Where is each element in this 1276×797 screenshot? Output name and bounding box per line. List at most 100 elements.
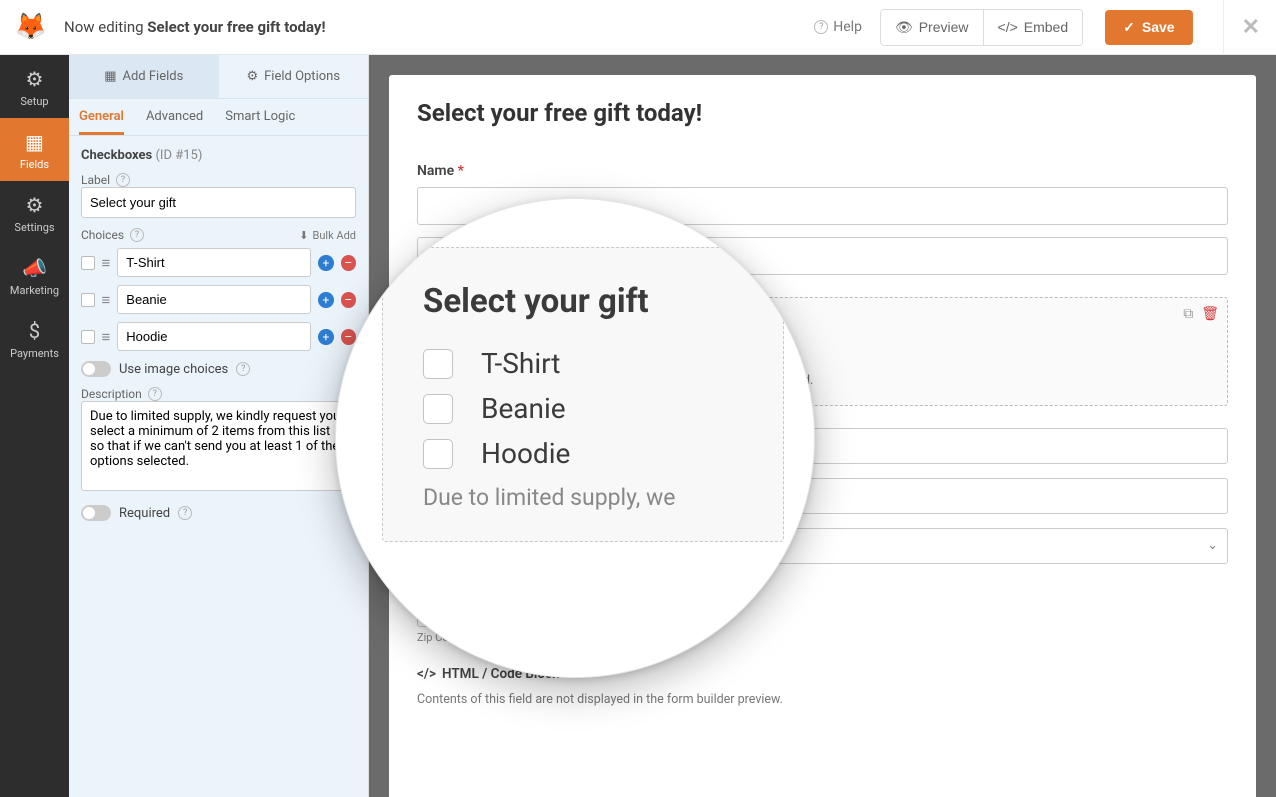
field-actions: ⧉ 🗑 (1183, 306, 1219, 322)
help-icon[interactable]: ? (236, 362, 250, 376)
add-choice-button[interactable]: + (318, 255, 333, 271)
description-textarea[interactable]: Due to limited supply, we kindly request… (81, 401, 356, 491)
magnified-option: T-Shirt (423, 347, 743, 380)
magnified-description: Due to limited supply, we (423, 484, 743, 511)
sliders-icon: ⚙ (0, 193, 69, 217)
nav-setup[interactable]: ⚙ Setup (0, 55, 69, 118)
now-editing-title: Select your free gift today! (147, 18, 325, 36)
check-icon: ✓ (1123, 19, 1135, 36)
now-editing: Now editing Select your free gift today! (64, 18, 326, 36)
magnified-option: Hoodie (423, 437, 743, 470)
nav-settings[interactable]: ⚙ Settings (0, 181, 69, 244)
drag-handle-icon[interactable]: ≡ (102, 254, 111, 272)
name-label-text: Name (417, 163, 454, 179)
save-button[interactable]: ✓ Save (1105, 10, 1192, 45)
field-id: (ID #15) (155, 148, 202, 163)
save-label: Save (1142, 19, 1175, 35)
field-type-name: Checkboxes (81, 148, 152, 163)
tab-field-options-label: Field Options (264, 69, 340, 84)
subtab-advanced[interactable]: Advanced (146, 99, 203, 135)
megaphone-icon: 📣 (0, 256, 69, 280)
preview-label: Preview (919, 19, 969, 35)
description-label: Description (81, 387, 142, 401)
choice-default-checkbox[interactable] (81, 256, 95, 270)
add-choice-button[interactable]: + (318, 329, 333, 345)
description-heading: Description ? (81, 387, 356, 401)
nav-fields[interactable]: ▦ Fields (0, 118, 69, 181)
help-label: Help (833, 19, 862, 35)
nav-fields-label: Fields (20, 158, 49, 171)
required-asterisk: * (458, 163, 464, 179)
code-icon: </> (998, 19, 1018, 35)
help-icon[interactable]: ? (148, 387, 162, 401)
checkbox-icon[interactable] (423, 394, 453, 424)
dollar-icon: $ (0, 319, 69, 343)
close-button[interactable]: ✕ (1223, 0, 1260, 55)
embed-button[interactable]: </> Embed (983, 10, 1083, 45)
choice-default-checkbox[interactable] (81, 293, 95, 307)
nav-marketing[interactable]: 📣 Marketing (0, 244, 69, 307)
magnified-option: Beanie (423, 392, 743, 425)
tab-add-fields-label: Add Fields (122, 69, 183, 84)
checkbox-icon[interactable] (423, 439, 453, 469)
checkbox-icon[interactable] (423, 349, 453, 379)
bulk-add-label: Bulk Add (313, 229, 356, 242)
choice-input[interactable] (117, 285, 311, 314)
drag-handle-icon[interactable]: ≡ (102, 291, 111, 309)
subtab-general[interactable]: General (79, 99, 124, 135)
magnified-option-label: Beanie (481, 392, 566, 425)
now-editing-prefix: Now editing (64, 18, 147, 36)
label-input[interactable] (81, 187, 356, 218)
gear-icon: ⚙ (0, 67, 69, 91)
panel-subtabs: General Advanced Smart Logic (69, 99, 368, 136)
remove-choice-button[interactable]: – (341, 255, 356, 271)
preview-button[interactable]: 👁 Preview (881, 10, 983, 45)
options-panel: ▦ Add Fields ⚙ Field Options General Adv… (69, 55, 369, 797)
magnified-title: Select your gift (423, 282, 743, 321)
add-choice-button[interactable]: + (318, 292, 333, 308)
delete-icon[interactable]: 🗑 (1201, 306, 1219, 322)
required-toggle[interactable] (81, 505, 111, 521)
magnified-option-label: T-Shirt (481, 347, 560, 380)
duplicate-icon[interactable]: ⧉ (1183, 306, 1193, 322)
grid-icon: ▦ (104, 69, 116, 84)
label-heading: Label ? (81, 173, 356, 187)
nav-setup-label: Setup (20, 95, 48, 108)
tab-field-options[interactable]: ⚙ Field Options (219, 55, 369, 99)
nav-payments[interactable]: $ Payments (0, 307, 69, 370)
nav-payments-label: Payments (10, 347, 59, 360)
field-type-header: Checkboxes (ID #15) (81, 148, 356, 163)
help-icon[interactable]: ? (130, 228, 144, 242)
help-link[interactable]: ? Help (814, 19, 862, 35)
panel-tabs: ▦ Add Fields ⚙ Field Options (69, 55, 368, 99)
choice-input[interactable] (117, 248, 311, 277)
download-icon: ⬇ (299, 229, 308, 242)
magnified-option-label: Hoodie (481, 437, 570, 470)
magnified-field: Select your gift T-Shirt Beanie Hoodie D… (382, 247, 784, 542)
eye-icon: 👁 (895, 19, 913, 36)
sliders-icon: ⚙ (246, 69, 258, 84)
help-icon[interactable]: ? (178, 506, 192, 520)
fields-icon: ▦ (0, 130, 69, 154)
drag-handle-icon[interactable]: ≡ (102, 328, 111, 346)
app-logo: 🦊 (10, 6, 52, 48)
code-block-note: Contents of this field are not displayed… (417, 692, 1228, 707)
subtab-smart-logic[interactable]: Smart Logic (225, 99, 295, 135)
magnifier-overlay: Select your gift T-Shirt Beanie Hoodie D… (335, 198, 815, 678)
help-icon[interactable]: ? (116, 173, 130, 187)
choices-heading: Choices ? (81, 228, 144, 242)
tab-add-fields[interactable]: ▦ Add Fields (69, 55, 219, 99)
choice-row: ≡ + – (81, 285, 356, 314)
choice-input[interactable] (117, 322, 311, 351)
image-choices-toggle[interactable] (81, 361, 111, 377)
nav-settings-label: Settings (14, 221, 54, 234)
remove-choice-button[interactable]: – (341, 292, 356, 308)
nav-marketing-label: Marketing (10, 284, 59, 297)
code-icon: </> (417, 666, 436, 682)
name-label: Name * (417, 163, 1228, 179)
choice-default-checkbox[interactable] (81, 330, 95, 344)
bulk-add-link[interactable]: ⬇ Bulk Add (299, 229, 356, 242)
label-text: Label (81, 173, 110, 187)
panel-body: Checkboxes (ID #15) Label ? Choices ? ⬇ (69, 136, 368, 533)
choices-text: Choices (81, 228, 124, 242)
